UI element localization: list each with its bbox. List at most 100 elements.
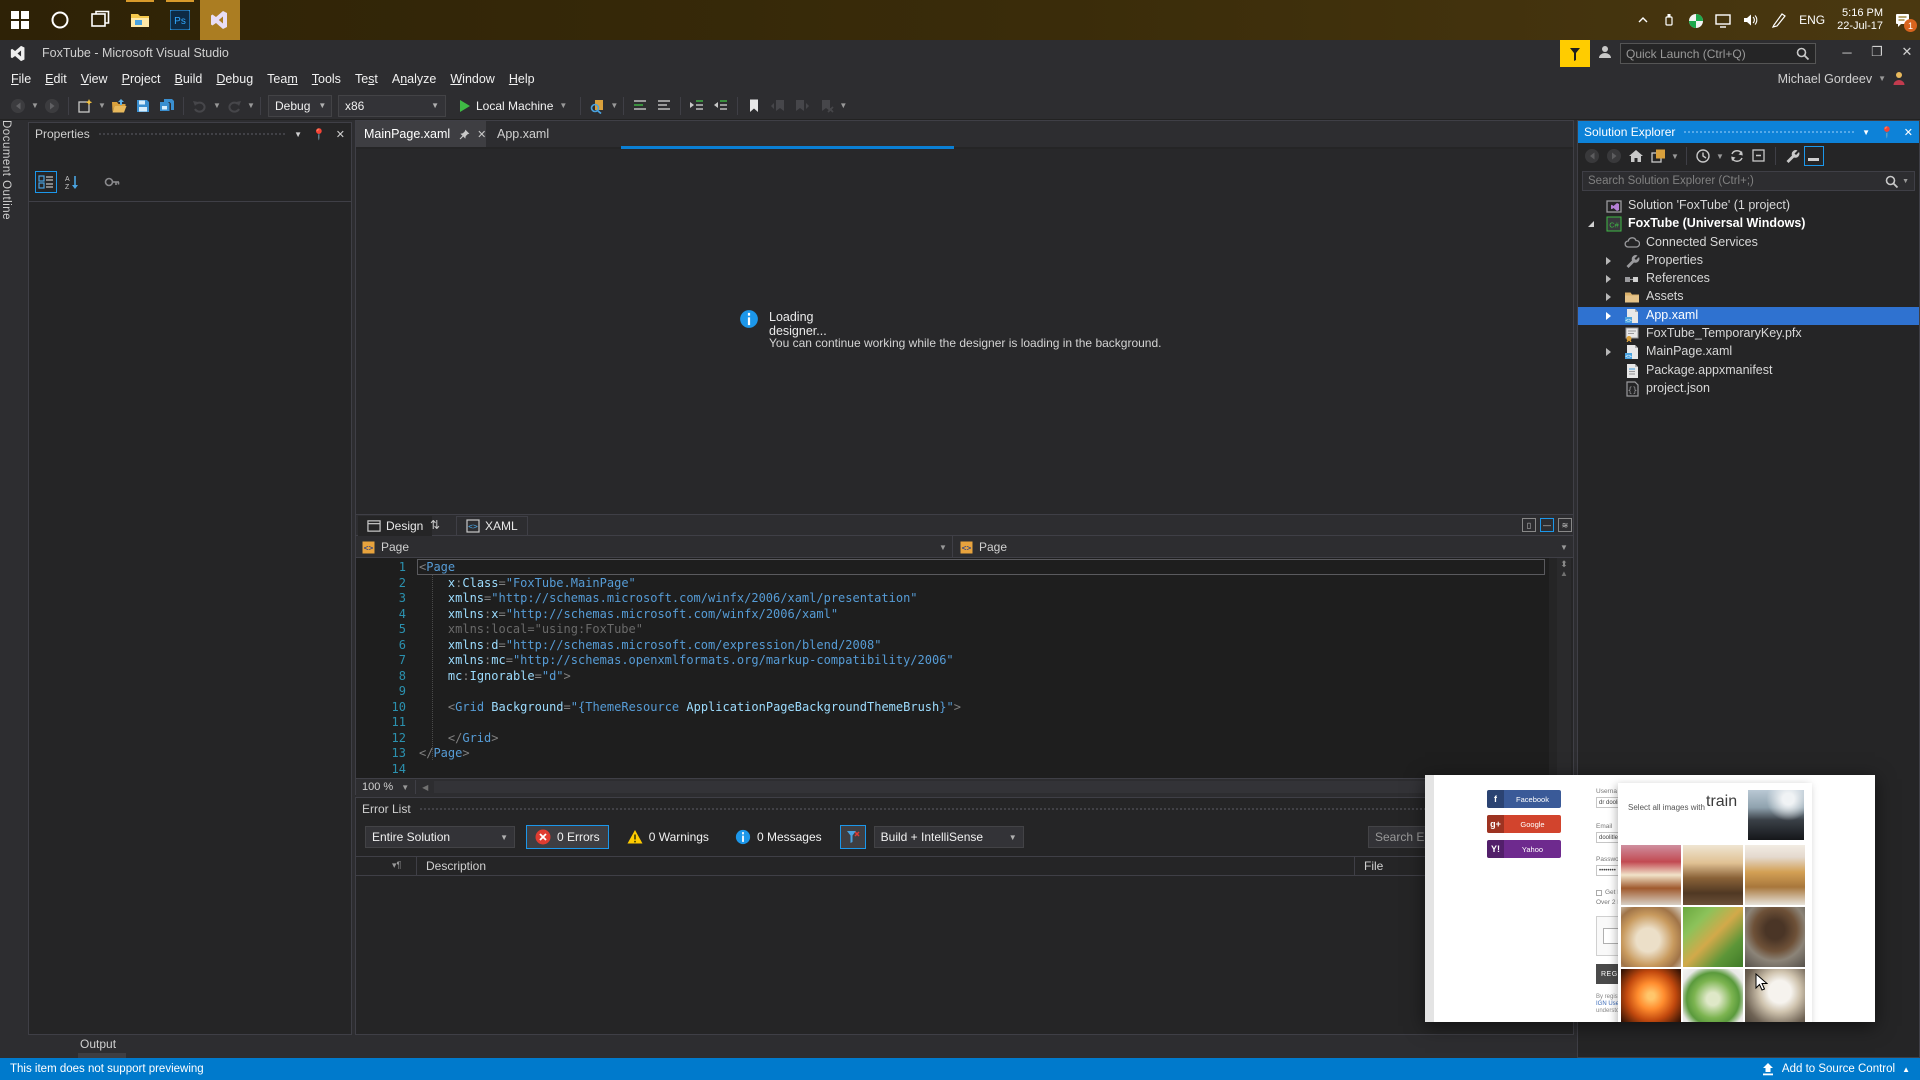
captcha-cell-chicken-salad[interactable] [1683, 907, 1743, 967]
tab-document-outline[interactable]: Document Outline [0, 120, 12, 220]
menu-debug[interactable]: Debug [209, 68, 260, 90]
preview-selected-items-button[interactable] [1804, 146, 1824, 166]
code-line[interactable]: xmlns:local="using:FoxTube" [419, 622, 643, 638]
chevron-down-icon[interactable]: ▼ [246, 101, 256, 110]
expand-arrow-icon[interactable] [1606, 293, 1611, 302]
facebook-login-button[interactable]: f Facebook [1487, 790, 1561, 808]
swap-panes-icon[interactable]: ⇅ [430, 518, 440, 532]
scroll-left-arrow[interactable]: ◀ [416, 783, 434, 792]
uncomment-button[interactable] [652, 94, 676, 118]
expand-arrow-icon[interactable] [1606, 311, 1611, 320]
minimize-button[interactable]: ─ [1832, 40, 1862, 64]
captcha-cell-salad-plate[interactable] [1683, 969, 1743, 1022]
tab-mainpage-xaml[interactable]: MainPage.xaml ✕ [356, 121, 486, 147]
menu-help[interactable]: Help [502, 68, 542, 90]
platform-combo[interactable]: x86 ▼ [338, 94, 446, 117]
start-debugging-button[interactable]: Local Machine ▼ [449, 98, 576, 114]
severity-column-icon[interactable]: ▾¶ [392, 860, 401, 871]
recaptcha-checkbox[interactable] [1603, 928, 1619, 944]
breadcrumb-left[interactable]: <> Page [356, 536, 951, 558]
close-icon[interactable]: ✕ [477, 128, 486, 141]
restore-button[interactable]: ❐ [1862, 40, 1892, 64]
tree-item-foxtube-universal-windows[interactable]: C# FoxTube (Universal Windows) [1578, 215, 1919, 233]
tab-output[interactable]: Output [80, 1037, 116, 1051]
close-icon[interactable]: ✕ [1904, 126, 1913, 139]
solution-explorer-header[interactable]: Solution Explorer ▼ 📍 ✕ [1578, 121, 1919, 143]
window-position-chevron-icon[interactable]: ▼ [294, 130, 302, 139]
open-file-button[interactable] [107, 94, 131, 118]
code-line[interactable]: x:Class="FoxTube.MainPage" [419, 576, 636, 592]
usb-icon[interactable] [1662, 12, 1676, 28]
decrease-indent-button[interactable] [709, 94, 733, 118]
taskbar-app-task-view[interactable] [80, 0, 120, 40]
save-button[interactable] [131, 94, 155, 118]
tree-item-foxtube-temporarykey-pfx[interactable]: FoxTube_TemporaryKey.pfx [1578, 325, 1919, 343]
chevron-down-icon[interactable]: ▼ [1560, 543, 1568, 552]
code-line[interactable]: xmlns:d="http://schemas.microsoft.com/ex… [419, 638, 882, 654]
solution-explorer-search-input[interactable]: Search Solution Explorer (Ctrl+;) ▼ [1582, 171, 1915, 191]
close-button[interactable]: ✕ [1892, 40, 1920, 64]
menu-view[interactable]: View [74, 68, 115, 90]
clock[interactable]: 5:16 PM 22-Jul-17 [1837, 7, 1883, 33]
speaker-icon[interactable] [1743, 12, 1759, 28]
pin-icon[interactable]: 📍 [312, 128, 326, 141]
column-description[interactable]: Description [426, 859, 486, 873]
newsletter-checkbox[interactable] [1596, 890, 1602, 896]
chevron-down-icon[interactable]: ▼ [1670, 152, 1680, 161]
configuration-combo[interactable]: Debug ▼ [268, 94, 332, 117]
comment-button[interactable] [628, 94, 652, 118]
navigate-back-button[interactable] [6, 94, 30, 118]
pin-icon[interactable]: 📍 [1880, 126, 1894, 139]
chevron-down-icon[interactable]: ▼ [609, 101, 619, 110]
collapse-all-button[interactable] [1749, 146, 1769, 166]
chevron-down-icon[interactable]: ▼ [1902, 178, 1909, 185]
scroll-up-arrow[interactable]: ▲ [1557, 569, 1571, 578]
chevron-down-icon[interactable]: ▼ [212, 101, 222, 110]
column-file[interactable]: File [1364, 859, 1383, 873]
close-icon[interactable]: ✕ [336, 128, 345, 141]
tree-item-references[interactable]: References [1578, 270, 1919, 288]
google-login-button[interactable]: g+ Google [1487, 815, 1561, 833]
find-in-files-button[interactable] [585, 94, 609, 118]
expand-arrow-icon[interactable] [1606, 348, 1611, 357]
sync-with-active-document-button[interactable] [1727, 146, 1747, 166]
user-account[interactable]: Michael Gordeev ▼ [1778, 71, 1906, 86]
menu-analyze[interactable]: Analyze [385, 68, 443, 90]
code-line[interactable]: <Grid Background="{ThemeResource Applica… [419, 700, 961, 716]
categorized-view-button[interactable] [35, 171, 57, 193]
save-all-button[interactable] [155, 94, 179, 118]
pen-icon[interactable] [1771, 12, 1787, 28]
editor-vertical-scrollbar[interactable]: ⬍ ▲ [1557, 558, 1571, 778]
menu-project[interactable]: Project [115, 68, 168, 90]
action-center-icon[interactable]: 1 [1895, 12, 1917, 32]
taskbar-app-photoshop[interactable]: Ps [160, 0, 200, 40]
properties-button[interactable] [1782, 146, 1802, 166]
switch-views-button[interactable] [1648, 146, 1668, 166]
menu-file[interactable]: File [4, 68, 38, 90]
taskbar-app-cortana[interactable] [40, 0, 80, 40]
chevron-down-icon[interactable]: ▼ [97, 101, 107, 110]
property-pages-button[interactable] [101, 171, 123, 193]
window-position-chevron-icon[interactable]: ▼ [1862, 128, 1870, 137]
vertical-split-button[interactable]: ▯ [1522, 518, 1536, 532]
chevron-down-icon[interactable]: ▼ [838, 101, 848, 110]
warnings-toggle-button[interactable]: 0 Warnings [619, 825, 717, 849]
home-button[interactable] [1626, 146, 1646, 166]
toggle-bookmark-button[interactable] [742, 94, 766, 118]
increase-indent-button[interactable] [685, 94, 709, 118]
tab-app-xaml[interactable]: App.xaml [489, 121, 557, 147]
collapse-arrow-icon[interactable] [1588, 221, 1594, 228]
menu-edit[interactable]: Edit [38, 68, 74, 90]
code-line[interactable]: <Page [419, 560, 455, 576]
chevron-down-icon[interactable]: ▼ [939, 543, 947, 552]
code-line[interactable]: xmlns:mc="http://schemas.openxmlformats.… [419, 653, 954, 669]
navigate-forward-button[interactable] [1604, 146, 1624, 166]
previous-bookmark-button[interactable] [766, 94, 790, 118]
code-line[interactable]: mc:Ignorable="d"> [419, 669, 571, 685]
captcha-cell-strawberry-cake[interactable] [1621, 845, 1681, 905]
taskbar-app-file-explorer[interactable] [120, 0, 160, 40]
expand-arrow-icon[interactable] [1606, 256, 1611, 265]
code-line[interactable]: xmlns:x="http://schemas.microsoft.com/wi… [419, 607, 838, 623]
chevron-down-icon[interactable]: ▼ [30, 101, 40, 110]
horizontal-split-button[interactable]: — [1540, 518, 1554, 532]
